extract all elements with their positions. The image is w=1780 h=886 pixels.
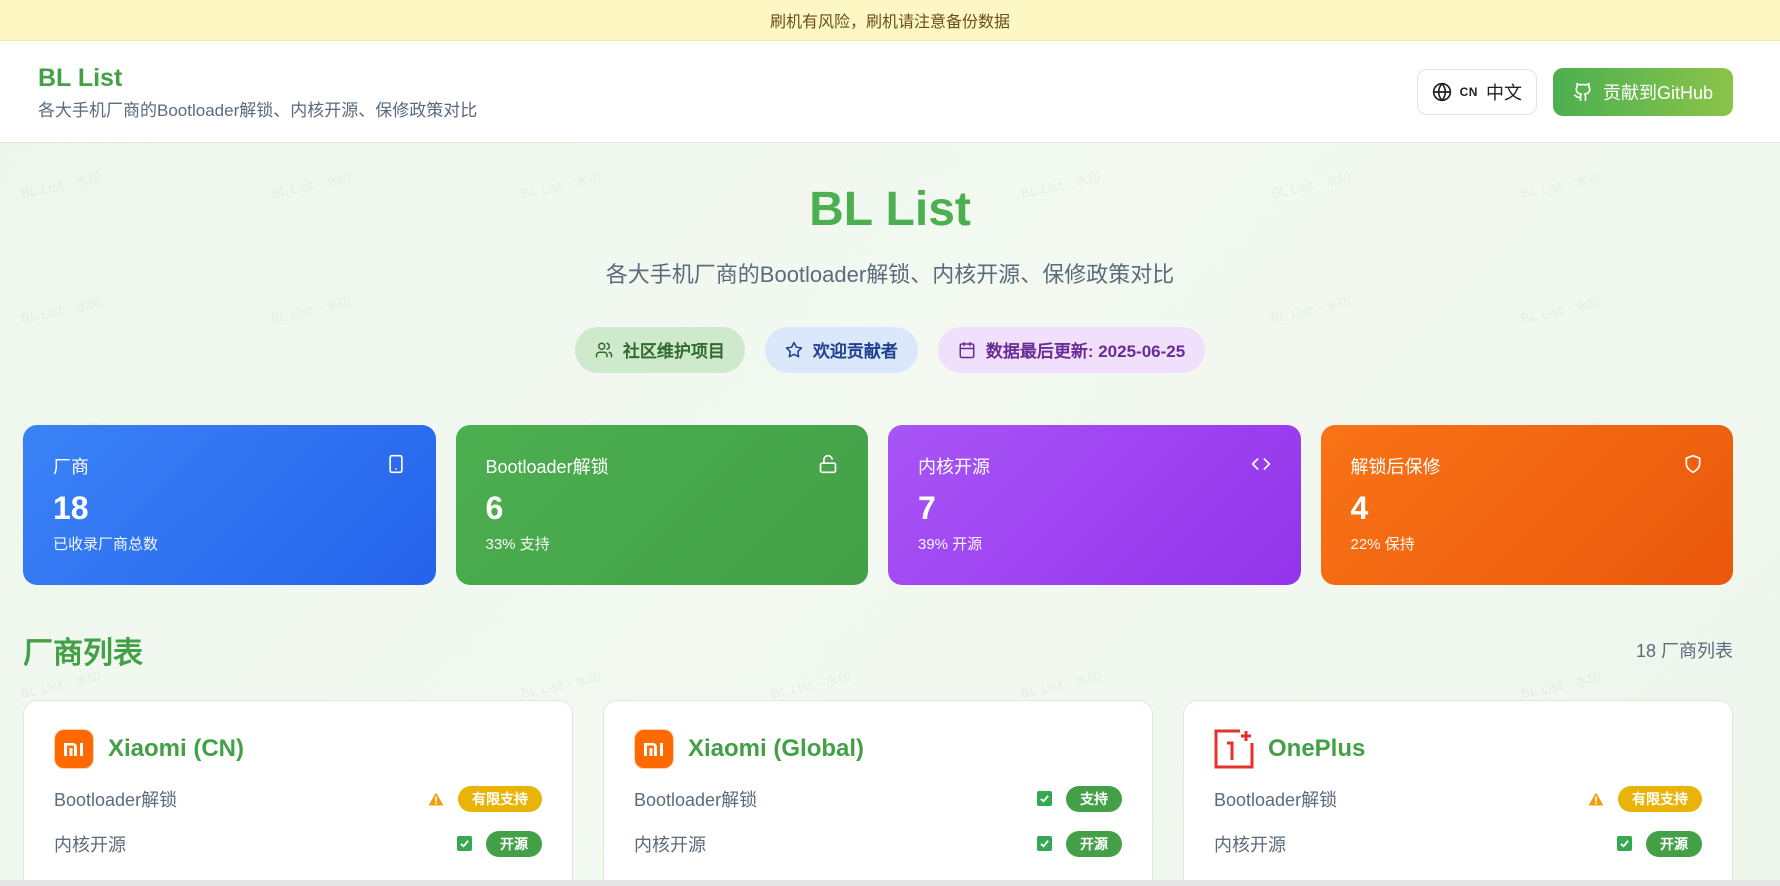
vendor-card-header: Xiaomi (Global): [634, 728, 1122, 769]
check-icon: [1037, 791, 1052, 807]
vendor-card-xiaomi-cn[interactable]: Xiaomi (CN) Bootloader解锁 有限支持 内核开源 开源: [23, 699, 573, 886]
language-switcher[interactable]: CN 中文: [1416, 68, 1537, 115]
vendor-row-bootloader: Bootloader解锁 有限支持: [54, 784, 542, 814]
row-label: 内核开源: [634, 834, 706, 855]
brand-title[interactable]: BL List: [38, 63, 477, 93]
row-status: 开源: [1037, 830, 1122, 857]
status-tag: 支持: [1066, 785, 1122, 812]
users-icon: [595, 342, 613, 358]
calendar-icon: [959, 341, 975, 358]
hero-subtitle: 各大手机厂商的Bootloader解锁、内核开源、保修政策对比: [605, 261, 1175, 287]
vendor-card-header: Xiaomi (CN): [54, 728, 542, 769]
hero-title: BL List: [809, 183, 971, 236]
globe-icon: [1432, 82, 1451, 101]
row-label: Bootloader解锁: [634, 789, 758, 810]
banner-text: 刷机有风险，刷机请注意备份数据: [769, 14, 1010, 31]
contribute-github-button[interactable]: 贡献到GitHub: [1552, 67, 1733, 116]
brand: BL List 各大手机厂商的Bootloader解锁、内核开源、保修政策对比: [38, 63, 477, 121]
vendor-list-header: 厂商列表 18 厂商列表: [0, 628, 1780, 672]
stat-desc: 39% 开源: [918, 535, 983, 553]
stat-desc: 22% 保持: [1350, 535, 1415, 553]
stat-value: 4: [1350, 489, 1369, 526]
stat-value: 7: [918, 489, 936, 526]
check-icon: [457, 836, 472, 852]
stat-label: 解锁后保修: [1350, 456, 1441, 477]
risk-warning-banner: 刷机有风险，刷机请注意备份数据: [0, 0, 1780, 41]
vendor-row-kernel: 内核开源 开源: [54, 829, 542, 859]
row-label: 内核开源: [54, 834, 126, 855]
status-tag: 有限支持: [458, 785, 542, 812]
code-icon: [1251, 457, 1270, 470]
status-tag: 开源: [486, 830, 542, 857]
stat-label: 厂商: [53, 456, 89, 477]
badge-label: 数据最后更新: 2025-06-25: [985, 342, 1186, 362]
row-status: 支持: [1037, 785, 1122, 812]
vendor-row-kernel: 内核开源 开源: [634, 829, 1122, 859]
row-status: 开源: [1617, 830, 1702, 857]
oneplus-logo: [1214, 729, 1254, 769]
check-icon: [1037, 836, 1052, 852]
status-tag: 开源: [1646, 830, 1702, 857]
github-button-label: 贡献到GitHub: [1602, 82, 1713, 103]
badge-contributors: 欢迎贡献者: [764, 326, 918, 373]
vendor-card-oneplus[interactable]: OnePlus Bootloader解锁 有限支持 内核开源 开源: [1183, 699, 1733, 886]
vendor-row-bootloader: Bootloader解锁 有限支持: [1214, 784, 1702, 814]
phone-icon: [388, 454, 403, 473]
vendor-row-bootloader: Bootloader解锁 支持: [634, 784, 1122, 814]
vendor-card-header: OnePlus: [1214, 729, 1702, 769]
github-icon: [1573, 82, 1591, 101]
status-tag: 有限支持: [1618, 785, 1702, 812]
stat-card-bootloader: Bootloader解锁 6 33% 支持: [455, 424, 868, 585]
stat-card-vendors: 厂商 18 已收录厂商总数: [23, 424, 436, 585]
stat-label: Bootloader解锁: [485, 456, 609, 477]
stat-value: 18: [53, 489, 89, 526]
stats-row: 厂商 18 已收录厂商总数 Bootloader解锁 6 33% 支持 内核开源…: [0, 424, 1780, 585]
vendor-count: 18 厂商列表: [1635, 640, 1733, 661]
vendor-cards: Xiaomi (CN) Bootloader解锁 有限支持 内核开源 开源 Xi…: [0, 699, 1780, 886]
row-label: Bootloader解锁: [1214, 789, 1338, 810]
stat-card-warranty: 解锁后保修 4 22% 保持: [1320, 424, 1733, 585]
stat-value: 6: [485, 489, 504, 526]
site-header: BL List 各大手机厂商的Bootloader解锁、内核开源、保修政策对比 …: [0, 41, 1780, 143]
vendor-list-title: 厂商列表: [23, 636, 143, 670]
language-code: CN: [1459, 84, 1478, 99]
header-actions: CN 中文 贡献到GitHub: [1416, 67, 1733, 116]
row-label: Bootloader解锁: [54, 789, 178, 810]
stat-card-kernel: 内核开源 7 39% 开源: [888, 424, 1301, 585]
shield-icon: [1685, 454, 1701, 473]
xiaomi-logo: [634, 728, 674, 769]
badge-last-updated: 数据最后更新: 2025-06-25: [937, 326, 1206, 373]
check-icon: [1617, 836, 1632, 852]
hero-badges: 社区维护项目 欢迎贡献者 数据最后更新: 2025-06-25: [0, 326, 1780, 373]
stat-label: 内核开源: [918, 456, 990, 477]
stat-desc: 已收录厂商总数: [53, 535, 159, 553]
warning-icon: [1588, 792, 1604, 806]
status-tag: 开源: [1066, 830, 1122, 857]
brand-subtitle: 各大手机厂商的Bootloader解锁、内核开源、保修政策对比: [38, 100, 478, 120]
warning-icon: [428, 792, 444, 806]
hero-section: BL List 各大手机厂商的Bootloader解锁、内核开源、保修政策对比 …: [0, 143, 1780, 373]
badge-label: 欢迎贡献者: [812, 342, 898, 362]
unlock-icon: [819, 454, 837, 473]
row-status: 有限支持: [1588, 785, 1702, 812]
language-label: 中文: [1485, 82, 1522, 103]
badge-community: 社区维护项目: [574, 326, 745, 373]
xiaomi-logo: [54, 728, 94, 769]
vendor-name[interactable]: OnePlus: [1268, 735, 1365, 763]
row-status: 开源: [457, 830, 542, 857]
star-icon: [785, 341, 803, 358]
badge-label: 社区维护项目: [622, 342, 725, 362]
vendor-row-kernel: 内核开源 开源: [1214, 829, 1702, 859]
row-status: 有限支持: [428, 785, 542, 812]
row-label: 内核开源: [1214, 834, 1286, 855]
horizontal-scrollbar[interactable]: [0, 880, 1780, 886]
vendor-name[interactable]: Xiaomi (Global): [688, 735, 864, 763]
vendor-name[interactable]: Xiaomi (CN): [108, 735, 244, 763]
stat-desc: 33% 支持: [485, 535, 550, 553]
vendor-card-xiaomi-global[interactable]: Xiaomi (Global) Bootloader解锁 支持 内核开源 开源: [603, 699, 1153, 886]
